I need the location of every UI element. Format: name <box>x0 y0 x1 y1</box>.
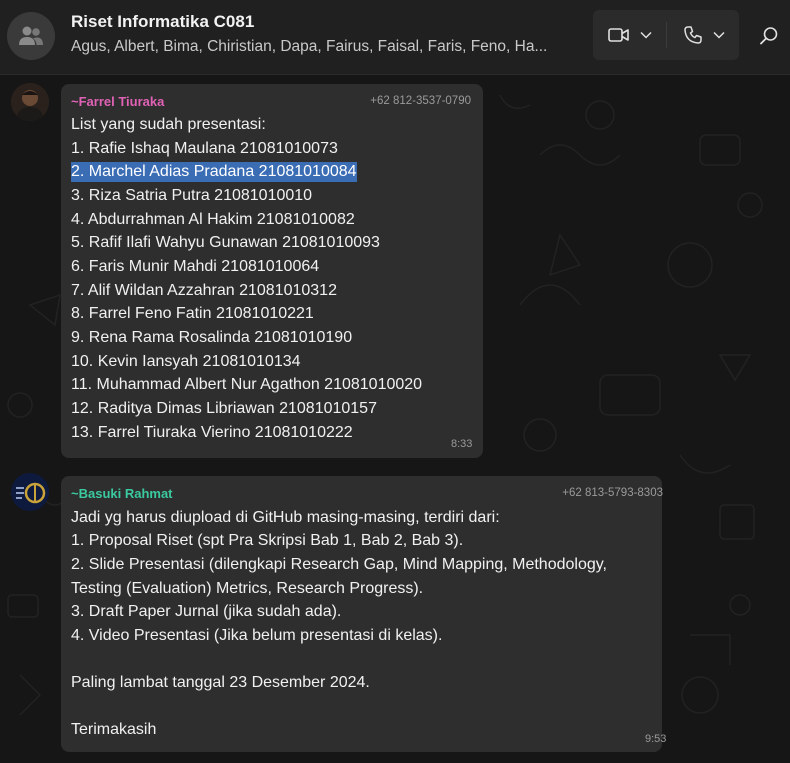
message-line: 6. Faris Munir Mahdi 21081010064 <box>71 258 320 275</box>
message-line: 4. Abdurrahman Al Hakim 21081010082 <box>71 211 355 228</box>
sender-avatar[interactable] <box>11 473 49 511</box>
message-line: 5. Rafif Ilafi Wahyu Gunawan 21081010093 <box>71 234 380 251</box>
search-button[interactable] <box>752 20 786 52</box>
group-avatar[interactable] <box>7 12 55 60</box>
group-icon <box>19 26 43 45</box>
message-line: Testing (Evaluation) Metrics, Research P… <box>71 580 424 597</box>
selected-message-line: 2. Marchel Adias Pradana 21081010084 <box>71 162 357 182</box>
chevron-down-icon <box>639 31 652 39</box>
message-line: 3. Draft Paper Jurnal (jika sudah ada). <box>71 603 342 620</box>
chat-header: Riset Informatika C081 Agus, Albert, Bim… <box>0 0 790 75</box>
message-line: 3. Riza Satria Putra 21081010010 <box>71 187 313 204</box>
voice-call-button[interactable] <box>667 10 740 60</box>
message-line: 7. Alif Wildan Azzahran 21081010312 <box>71 282 337 299</box>
message-time: 9:53 <box>645 733 667 745</box>
message-line: 13. Farrel Tiuraka Vierino 21081010222 <box>71 424 353 441</box>
message-line: 1. Rafie Ishaq Maulana 21081010073 <box>71 140 338 157</box>
avatar-photo <box>11 83 49 121</box>
sender-phone: +62 813-5793-8303 <box>562 487 663 499</box>
message-time: 8:33 <box>451 438 473 450</box>
chat-area[interactable]: ~Farrel Tiuraka +62 812-3537-0790 List y… <box>0 75 790 763</box>
video-camera-icon <box>607 28 629 42</box>
message-line: 1. Proposal Riset (spt Pra Skripsi Bab 1… <box>71 532 464 549</box>
message-line: 11. Muhammad Albert Nur Agathon 21081010… <box>71 376 423 393</box>
sender-name[interactable]: ~Farrel Tiuraka <box>71 94 164 109</box>
search-icon <box>760 27 778 45</box>
message-line: Jadi yg harus diupload di GitHub masing-… <box>71 509 500 526</box>
message-bubble[interactable]: ~Farrel Tiuraka +62 812-3537-0790 List y… <box>61 84 483 458</box>
avatar-logo <box>11 473 49 511</box>
message-bubble[interactable]: ~Basuki Rahmat +62 813-5793-8303 Jadi yg… <box>61 476 666 752</box>
sender-name[interactable]: ~Basuki Rahmat <box>71 486 173 501</box>
phone-icon <box>683 26 702 44</box>
chat-members-list[interactable]: Agus, Albert, Bima, Chiristian, Dapa, Fa… <box>71 38 581 56</box>
message-line: List yang sudah presentasi: <box>71 116 266 133</box>
message-line: 8. Farrel Feno Fatin 21081010221 <box>71 305 314 322</box>
chat-title[interactable]: Riset Informatika C081 <box>71 12 254 32</box>
message-line: 12. Raditya Dimas Libriawan 21081010157 <box>71 400 377 417</box>
sender-phone: +62 812-3537-0790 <box>370 95 471 107</box>
message-line: Paling lambat tanggal 23 Desember 2024. <box>71 674 370 691</box>
message-line: 10. Kevin Iansyah 21081010134 <box>71 353 301 370</box>
message-line: 2. Slide Presentasi (dilengkapi Research… <box>71 556 607 573</box>
video-call-button[interactable] <box>593 10 666 60</box>
sender-avatar[interactable] <box>11 83 49 121</box>
call-button-group <box>593 10 739 60</box>
message-line: 9. Rena Rama Rosalinda 21081010190 <box>71 329 353 346</box>
chevron-down-icon <box>712 31 725 39</box>
message-line: Terimakasih <box>71 721 157 738</box>
message-line: 4. Video Presentasi (Jika belum presenta… <box>71 627 443 644</box>
